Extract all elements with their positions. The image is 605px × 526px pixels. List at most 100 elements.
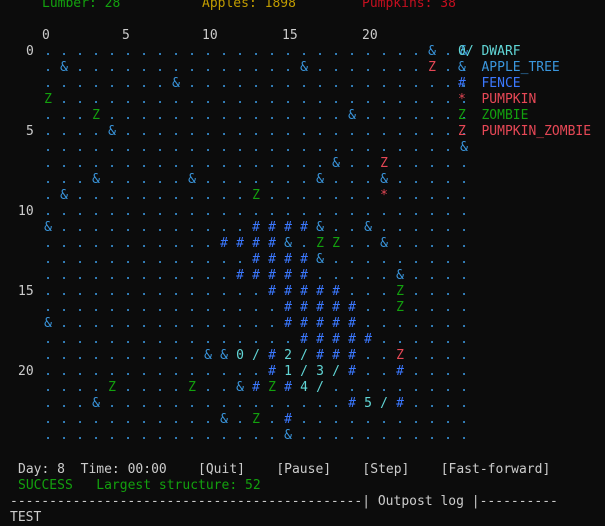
empty-cell: . xyxy=(460,156,468,171)
empty-cell: . xyxy=(108,412,116,427)
empty-cell: . xyxy=(428,396,436,411)
empty-cell: . xyxy=(444,156,452,171)
empty-cell: . xyxy=(188,252,196,267)
fence: # xyxy=(252,268,260,283)
empty-cell: . xyxy=(428,412,436,427)
apple-tree: & xyxy=(396,268,404,283)
dwarf: / xyxy=(252,348,260,363)
empty-cell: . xyxy=(204,236,212,251)
empty-cell: . xyxy=(92,380,100,395)
empty-cell: . xyxy=(284,396,292,411)
apple-tree: & xyxy=(284,236,292,251)
empty-cell: . xyxy=(172,268,180,283)
empty-cell: . xyxy=(300,44,308,59)
empty-cell: . xyxy=(284,140,292,155)
empty-cell: . xyxy=(76,188,84,203)
empty-cell: . xyxy=(396,412,404,427)
empty-cell: . xyxy=(364,60,372,75)
dwarf: 3 xyxy=(316,364,324,379)
y-tick: 20 xyxy=(18,364,34,379)
empty-cell: . xyxy=(188,396,196,411)
empty-cell: . xyxy=(364,236,372,251)
step-button[interactable]: [Step] xyxy=(362,462,409,477)
legend-label: ZOMBIE xyxy=(481,108,529,123)
empty-cell: . xyxy=(92,412,100,427)
empty-cell: . xyxy=(156,44,164,59)
zombie: Z xyxy=(188,380,196,395)
empty-cell: . xyxy=(428,332,436,347)
empty-cell: . xyxy=(44,172,52,187)
empty-cell: . xyxy=(156,428,164,443)
fence: # xyxy=(268,268,276,283)
legend-item: Z PUMPKIN_ZOMBIE xyxy=(458,124,591,140)
empty-cell: . xyxy=(332,396,340,411)
fence: # xyxy=(268,364,276,379)
empty-cell: . xyxy=(60,140,68,155)
empty-cell: . xyxy=(444,124,452,139)
empty-cell: . xyxy=(460,204,468,219)
empty-cell: . xyxy=(428,252,436,267)
empty-cell: . xyxy=(252,284,260,299)
empty-cell: . xyxy=(252,44,260,59)
empty-cell: . xyxy=(172,44,180,59)
legend-item: Z ZOMBIE xyxy=(458,108,528,124)
empty-cell: . xyxy=(268,140,276,155)
fence: # xyxy=(268,252,276,267)
pumpkin-zombie: Z xyxy=(396,348,404,363)
zombie: Z xyxy=(332,236,340,251)
empty-cell: . xyxy=(348,204,356,219)
empty-cell: . xyxy=(396,428,404,443)
apple-tree: & xyxy=(316,172,324,187)
empty-cell: . xyxy=(124,156,132,171)
fence: # xyxy=(332,348,340,363)
quit-button[interactable]: [Quit] xyxy=(198,462,245,477)
legend-label: DWARF xyxy=(481,44,521,59)
empty-cell: . xyxy=(236,284,244,299)
empty-cell: . xyxy=(140,220,148,235)
empty-cell: . xyxy=(236,76,244,91)
empty-cell: . xyxy=(284,156,292,171)
empty-cell: . xyxy=(268,396,276,411)
empty-cell: . xyxy=(220,204,228,219)
empty-cell: . xyxy=(108,268,116,283)
pumpkin-zombie: Z xyxy=(380,156,388,171)
empty-cell: . xyxy=(444,412,452,427)
empty-cell: . xyxy=(204,252,212,267)
x-tick: 20 xyxy=(362,28,378,43)
empty-cell: . xyxy=(236,156,244,171)
x-tick: 0 xyxy=(42,28,50,43)
empty-cell: . xyxy=(76,140,84,155)
legend-item: * PUMPKIN xyxy=(458,92,536,108)
apple-tree: & xyxy=(332,156,340,171)
legend-symbol: Z xyxy=(458,124,482,139)
empty-cell: . xyxy=(300,140,308,155)
empty-cell: . xyxy=(172,300,180,315)
fence: # xyxy=(268,284,276,299)
fast-forward-button[interactable]: [Fast-forward] xyxy=(441,462,551,477)
empty-cell: . xyxy=(204,92,212,107)
zombie: Z xyxy=(252,188,260,203)
empty-cell: . xyxy=(108,140,116,155)
empty-cell: . xyxy=(348,140,356,155)
empty-cell: . xyxy=(412,252,420,267)
empty-cell: . xyxy=(348,92,356,107)
empty-cell: . xyxy=(156,380,164,395)
apple-tree: & xyxy=(348,108,356,123)
empty-cell: . xyxy=(252,108,260,123)
empty-cell: . xyxy=(364,140,372,155)
empty-cell: . xyxy=(140,380,148,395)
empty-cell: . xyxy=(92,268,100,283)
empty-cell: . xyxy=(156,332,164,347)
empty-cell: . xyxy=(284,332,292,347)
empty-cell: . xyxy=(444,284,452,299)
pause-button[interactable]: [Pause] xyxy=(276,462,331,477)
empty-cell: . xyxy=(316,156,324,171)
empty-cell: . xyxy=(76,300,84,315)
legend-symbol: Z xyxy=(458,108,482,123)
empty-cell: . xyxy=(140,156,148,171)
empty-cell: . xyxy=(44,300,52,315)
empty-cell: . xyxy=(204,380,212,395)
empty-cell: . xyxy=(140,236,148,251)
empty-cell: . xyxy=(348,428,356,443)
empty-cell: . xyxy=(364,44,372,59)
